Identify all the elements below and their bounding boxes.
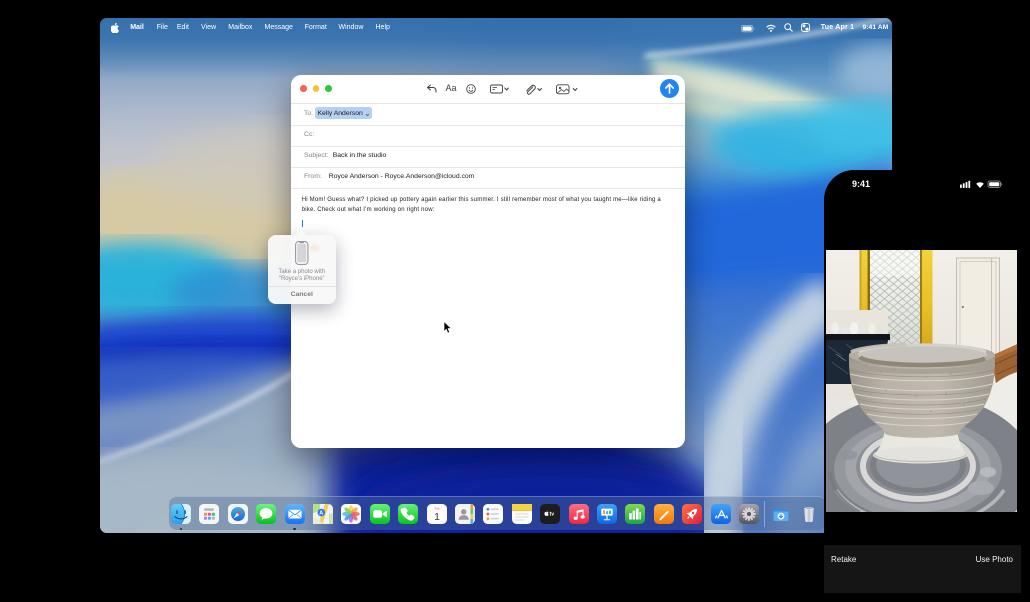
svg-text:tv: tv — [550, 511, 555, 517]
svg-text:1: 1 — [434, 511, 440, 523]
svg-text:A: A — [319, 511, 323, 517]
